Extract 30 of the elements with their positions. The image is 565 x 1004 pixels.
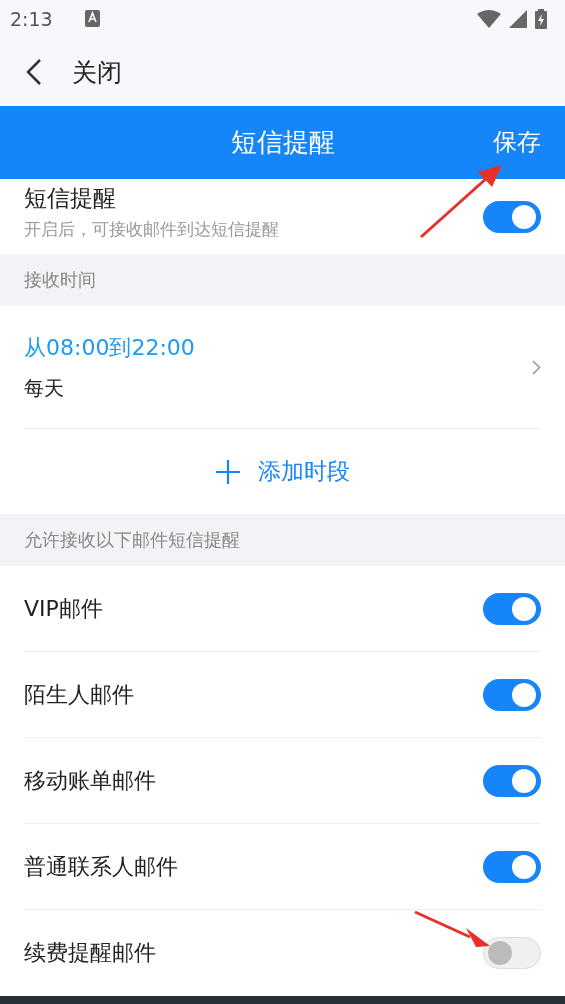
- back-icon: [24, 58, 44, 87]
- toggle-switch[interactable]: [483, 678, 541, 711]
- setting-label: VIP邮件: [24, 594, 104, 623]
- status-time: 2:13: [10, 7, 53, 30]
- signal-icon: [509, 9, 527, 28]
- setting-description: 开启后，可接收邮件到达短信提醒: [24, 217, 280, 241]
- plus-icon: [215, 459, 240, 484]
- setting-title: 短信提醒: [24, 183, 117, 213]
- wifi-icon: [477, 9, 501, 28]
- keyboard-notification-icon: [84, 10, 100, 28]
- section-header: 允许接收以下邮件短信提醒: [24, 528, 240, 553]
- setting-label: 普通联系人邮件: [24, 852, 179, 881]
- repeat-label: 每天: [24, 374, 65, 402]
- toggle-switch[interactable]: [483, 850, 541, 883]
- setting-label: 移动账单邮件: [24, 766, 157, 795]
- add-period-button[interactable]: 添加时段: [0, 429, 565, 515]
- section-header: 接收时间: [24, 268, 96, 293]
- save-button[interactable]: 保存: [493, 126, 541, 159]
- setting-label: 续费提醒邮件: [24, 939, 157, 967]
- page-title: 短信提醒: [230, 126, 335, 160]
- back-button[interactable]: 关闭: [24, 55, 122, 89]
- time-period-item[interactable]: 从08:00到22:00 每天: [24, 306, 541, 430]
- toggle-switch[interactable]: [483, 200, 541, 233]
- setting-label: 陌生人邮件: [24, 680, 135, 709]
- toggle-switch[interactable]: [483, 592, 541, 625]
- battery-icon: [535, 8, 547, 29]
- toggle-switch[interactable]: [483, 764, 541, 797]
- chevron-right-icon: [532, 359, 541, 375]
- time-range: 从08:00到22:00: [24, 333, 196, 362]
- toggle-switch[interactable]: [483, 937, 541, 969]
